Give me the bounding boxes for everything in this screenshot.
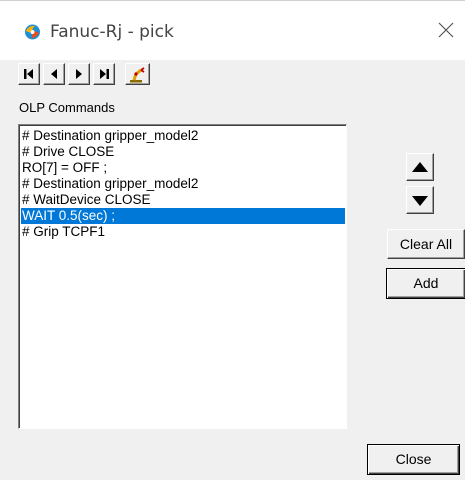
skip-last-icon <box>100 69 109 79</box>
list-item[interactable]: # Destination gripper_model2 <box>21 128 345 144</box>
next-button[interactable] <box>68 63 90 85</box>
list-item[interactable]: RO[7] = OFF ; <box>21 160 345 176</box>
prev-icon <box>51 69 57 79</box>
last-button[interactable] <box>93 63 115 85</box>
olp-commands-list[interactable]: # Destination gripper_model2 # Drive CLO… <box>18 124 347 429</box>
list-item[interactable]: # Grip TCPF1 <box>21 224 345 240</box>
move-up-button[interactable] <box>406 153 434 181</box>
window-title: Fanuc-Rj - pick <box>50 22 174 42</box>
down-arrow-icon <box>412 196 428 206</box>
list-item-selected[interactable]: WAIT 0.5(sec) ; <box>21 208 345 224</box>
list-item[interactable]: # Destination gripper_model2 <box>21 176 345 192</box>
up-arrow-icon <box>412 162 428 172</box>
olp-commands-label: OLP Commands <box>19 100 115 115</box>
app-icon <box>25 24 40 40</box>
robot-arm-icon <box>130 67 145 83</box>
add-button[interactable]: Add <box>386 268 465 299</box>
title-bar: Fanuc-Rj - pick <box>0 0 465 60</box>
robot-button[interactable] <box>125 63 150 85</box>
first-button[interactable] <box>18 63 40 85</box>
next-icon <box>76 69 82 79</box>
title-bar-divider <box>0 0 465 1</box>
clear-all-button[interactable]: Clear All <box>387 229 465 259</box>
close-button[interactable]: Close <box>367 444 460 475</box>
prev-button[interactable] <box>43 63 65 85</box>
skip-first-icon <box>24 69 33 79</box>
list-item[interactable]: # WaitDevice CLOSE <box>21 192 345 208</box>
list-item[interactable]: # Drive CLOSE <box>21 144 345 160</box>
move-down-button[interactable] <box>406 186 434 214</box>
close-icon[interactable] <box>438 22 454 38</box>
